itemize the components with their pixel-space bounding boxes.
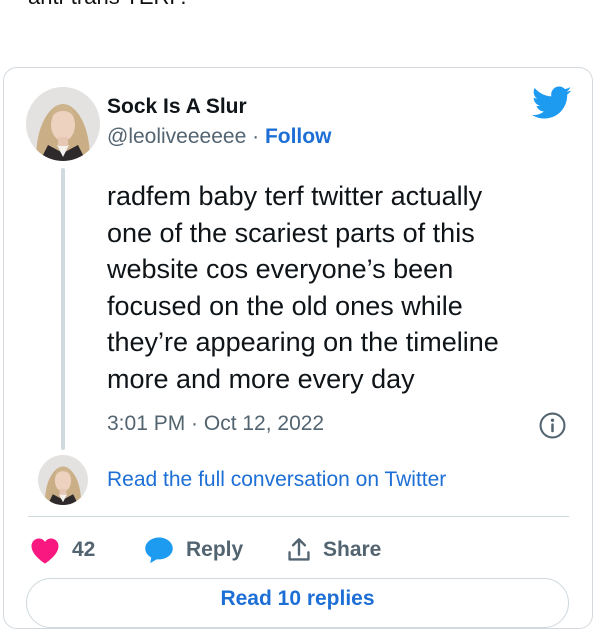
tweet-text-line: website cos everyone’s been <box>107 254 454 284</box>
tweet-text-line: they’re appearing on the timeline <box>107 327 499 357</box>
share-label: Share <box>323 538 382 561</box>
preceding-text-fragment: anti-trans TERF. <box>28 0 187 10</box>
heart-icon <box>31 537 59 564</box>
tweet-text: radfem baby terf twitter actually one of… <box>107 178 577 397</box>
tweet-text-line: focused on the old ones while <box>107 290 463 321</box>
tweet-text-line: one of the scariest parts of this <box>107 217 475 248</box>
author-display-name[interactable]: Sock Is A Slur <box>107 95 247 119</box>
reply-label: Reply <box>186 538 244 561</box>
info-icon[interactable] <box>539 412 566 439</box>
actions-divider <box>28 516 569 517</box>
read-replies-button[interactable]: Read 10 replies <box>26 578 569 628</box>
tweet-timestamp[interactable]: 3:01 PM · Oct 12, 2022 <box>107 412 324 436</box>
author-avatar[interactable] <box>26 87 100 161</box>
conversation-avatar[interactable] <box>38 455 88 505</box>
author-handle[interactable]: @leoliveeeeee <box>107 125 246 148</box>
follow-button[interactable]: Follow <box>265 125 332 148</box>
tweet-text-line: radfem baby terf twitter actually <box>107 181 483 211</box>
author-handle-row: @leoliveeeeee · Follow <box>107 125 331 149</box>
reply-bubble-icon <box>145 537 173 564</box>
share-button[interactable]: Share <box>287 535 381 565</box>
thread-connector-line <box>61 168 65 450</box>
read-full-conversation-link[interactable]: Read the full conversation on Twitter <box>107 468 446 492</box>
reply-button[interactable]: Reply <box>144 535 243 565</box>
share-icon <box>288 538 310 561</box>
handle-separator: · <box>252 125 260 148</box>
like-count: 42 <box>72 538 96 561</box>
twitter-bird-icon[interactable] <box>532 86 572 120</box>
embedded-tweet-card: Sock Is A Slur @leoliveeeeee · Follow ra… <box>3 67 593 629</box>
like-button[interactable]: 42 <box>30 535 95 565</box>
tweet-text-line: more and more every day <box>107 363 415 394</box>
